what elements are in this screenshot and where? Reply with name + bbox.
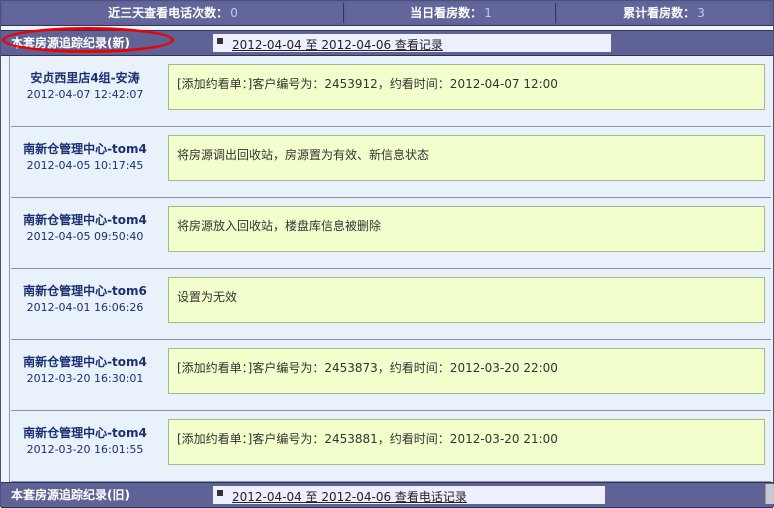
list-item: 南新仓管理中心-tom4 2012-04-05 10:17:45 将房源调出回收… bbox=[11, 127, 771, 198]
record-text: [添加约看单：]客户编号为：2453912，约看时间：2012-04-07 12… bbox=[177, 77, 558, 91]
section-title: 本套房源追踪纪录(新) bbox=[11, 36, 130, 50]
bullet-icon bbox=[217, 490, 223, 496]
record-content: [添加约看单：]客户编号为：2453873，约看时间：2012-03-20 22… bbox=[168, 348, 765, 394]
stat-recent-phone-views: 近三天查看电话次数： 0 bbox=[3, 3, 344, 23]
tracking-panel: 近三天查看电话次数： 0 当日看房数： 1 累计看房数： 3 本套房源追踪纪录(新) … bbox=[0, 0, 774, 508]
record-text: 将房源放入回收站，楼盘库信息被删除 bbox=[177, 219, 382, 233]
record-content: [添加约看单：]客户编号为：2453912，约看时间：2012-04-07 12… bbox=[168, 64, 765, 110]
list-item: 南新仓管理中心-tom4 2012-03-20 16:01:55 [添加约看单：… bbox=[11, 411, 771, 482]
view-phone-records-link[interactable]: 2012-04-04 至 2012-04-06 查看电话记录 bbox=[232, 488, 467, 505]
view-records-link[interactable]: 2012-04-04 至 2012-04-06 查看记录 bbox=[232, 36, 443, 53]
scrollbar-handle[interactable] bbox=[765, 484, 774, 504]
bullet-icon bbox=[217, 38, 223, 44]
stat-label: 累计看房数： bbox=[623, 6, 696, 20]
record-time: 2012-04-01 16:06:26 bbox=[26, 301, 144, 314]
section-header-new: 本套房源追踪纪录(新) 2012-04-04 至 2012-04-06 查看记录 bbox=[1, 30, 773, 56]
record-time: 2012-03-20 16:30:01 bbox=[26, 372, 144, 385]
stat-today-viewings: 当日看房数： 1 bbox=[347, 3, 556, 23]
record-time: 2012-03-20 16:01:55 bbox=[26, 443, 144, 456]
record-agent: 南新仓管理中心-tom6 bbox=[23, 284, 147, 298]
record-content: 设置为无效 bbox=[168, 277, 765, 323]
section-title: 本套房源追踪纪录(旧) bbox=[11, 488, 130, 502]
record-agent: 南新仓管理中心-tom4 bbox=[23, 355, 147, 369]
stat-value: 0 bbox=[230, 6, 238, 20]
stat-value: 1 bbox=[484, 6, 492, 20]
record-text: 将房源调出回收站，房源置为有效、新信息状态 bbox=[177, 148, 430, 162]
divider-line bbox=[9, 56, 10, 482]
record-content: 将房源放入回收站，楼盘库信息被删除 bbox=[168, 206, 765, 252]
record-time: 2012-04-07 12:42:07 bbox=[26, 88, 144, 101]
record-content: [添加约看单：]客户编号为：2453881，约看时间：2012-03-20 21… bbox=[168, 419, 765, 465]
record-agent: 安贞西里店4组-安涛 bbox=[30, 71, 140, 85]
stat-total-viewings: 累计看房数： 3 bbox=[559, 3, 769, 23]
date-range-link-box: 2012-04-04 至 2012-04-06 查看记录 bbox=[213, 34, 611, 53]
list-item: 南新仓管理中心-tom4 2012-03-20 16:30:01 [添加约看单：… bbox=[11, 340, 771, 411]
list-item: 安贞西里店4组-安涛 2012-04-07 12:42:07 [添加约看单：]客… bbox=[11, 56, 771, 127]
record-list: 安贞西里店4组-安涛 2012-04-07 12:42:07 [添加约看单：]客… bbox=[11, 56, 773, 482]
record-agent: 南新仓管理中心-tom4 bbox=[23, 426, 147, 440]
list-item: 南新仓管理中心-tom4 2012-04-05 09:50:40 将房源放入回收… bbox=[11, 198, 771, 269]
stats-bar: 近三天查看电话次数： 0 当日看房数： 1 累计看房数： 3 bbox=[1, 1, 773, 26]
record-text: 设置为无效 bbox=[177, 290, 238, 304]
stat-value: 3 bbox=[697, 6, 705, 20]
date-range-link-box: 2012-04-04 至 2012-04-06 查看电话记录 bbox=[213, 486, 605, 504]
record-text: [添加约看单：]客户编号为：2453873，约看时间：2012-03-20 22… bbox=[177, 361, 558, 375]
stat-label: 当日看房数： bbox=[410, 6, 483, 20]
list-item: 南新仓管理中心-tom6 2012-04-01 16:06:26 设置为无效 bbox=[11, 269, 771, 340]
record-content: 将房源调出回收站，房源置为有效、新信息状态 bbox=[168, 135, 765, 181]
section-header-old: 本套房源追踪纪录(旧) 2012-04-04 至 2012-04-06 查看电话… bbox=[1, 482, 773, 508]
record-time: 2012-04-05 10:17:45 bbox=[26, 159, 144, 172]
record-text: [添加约看单：]客户编号为：2453881，约看时间：2012-03-20 21… bbox=[177, 432, 558, 446]
stat-label: 近三天查看电话次数： bbox=[108, 6, 229, 20]
record-time: 2012-04-05 09:50:40 bbox=[26, 230, 144, 243]
record-agent: 南新仓管理中心-tom4 bbox=[23, 142, 147, 156]
record-agent: 南新仓管理中心-tom4 bbox=[23, 213, 147, 227]
